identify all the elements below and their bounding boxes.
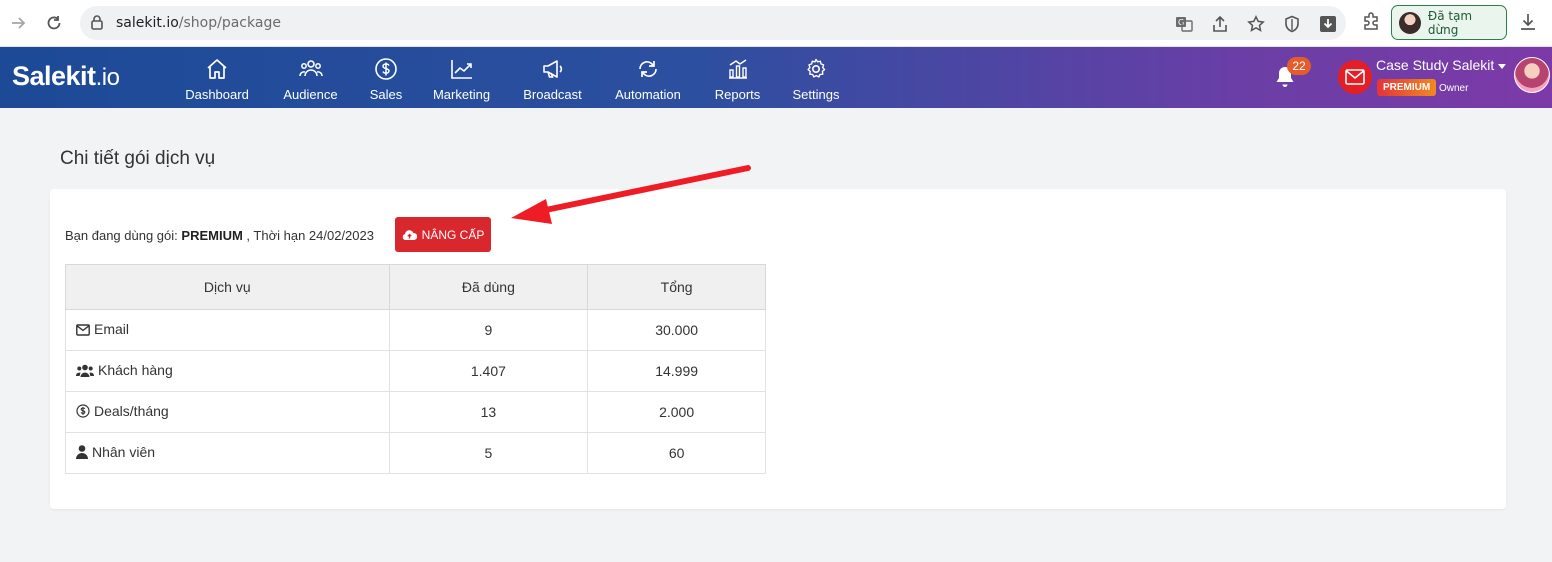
table-row: Nhân viên 5 60 — [65, 432, 766, 474]
url-text: salekit.io/shop/package — [116, 15, 281, 31]
back-arrow-icon[interactable] — [6, 11, 30, 35]
envelope-icon — [1345, 69, 1365, 85]
nav-marketing[interactable]: Marketing — [433, 57, 490, 103]
nav-reports[interactable]: Reports — [715, 57, 760, 103]
column-header-service: Dịch vụ — [65, 264, 390, 310]
translate-icon[interactable]: G — [1174, 14, 1194, 34]
app-header: Salekit.io Dashboard Audience Sales Mark… — [0, 47, 1552, 108]
browser-toolbar: salekit.io/shop/package G Đã tạm dừng — [0, 0, 1552, 47]
mail-button[interactable] — [1338, 60, 1372, 94]
nav-audience[interactable]: Audience — [283, 57, 338, 103]
used-cell: 9 — [388, 309, 589, 351]
chart-line-icon — [450, 60, 472, 79]
package-name: PREMIUM — [181, 228, 243, 243]
table-row: Deals/tháng 13 2.000 — [65, 391, 766, 433]
service-cell: Khách hàng — [65, 350, 390, 392]
table-row: Khách hàng 1.407 14.999 — [65, 350, 766, 392]
caret-down-icon[interactable] — [1498, 64, 1506, 69]
user-icon — [76, 445, 88, 462]
dollar-circle-icon — [76, 404, 90, 421]
used-cell: 13 — [388, 391, 589, 433]
home-icon — [207, 59, 227, 79]
service-cell: Email — [65, 309, 390, 351]
download-box-icon[interactable] — [1318, 14, 1338, 34]
megaphone-icon — [542, 60, 562, 78]
service-cell: Nhân viên — [65, 432, 390, 474]
upgrade-button[interactable]: NÂNG CẤP — [395, 217, 491, 252]
share-icon[interactable] — [1210, 14, 1230, 34]
plan-badge: PREMIUM — [1377, 79, 1437, 96]
reload-icon[interactable] — [42, 11, 66, 35]
shield-icon[interactable] — [1282, 14, 1302, 34]
used-cell: 5 — [388, 432, 589, 474]
total-cell: 60 — [587, 432, 766, 474]
profile-avatar — [1399, 11, 1421, 34]
notification-badge: 22 — [1287, 57, 1311, 75]
nav-sales[interactable]: Sales — [370, 57, 402, 103]
nav-settings[interactable]: Settings — [793, 57, 840, 103]
bar-chart-icon — [728, 59, 747, 79]
lock-icon — [90, 14, 104, 35]
users-icon — [75, 364, 95, 380]
downloads-icon[interactable] — [1518, 12, 1538, 37]
profile-paused-chip[interactable]: Đã tạm dừng — [1391, 5, 1507, 40]
users-icon — [298, 60, 323, 77]
gear-icon — [807, 58, 826, 78]
service-usage-table: Dịch vụ Đã dùng Tổng Email 9 30.000 Khác… — [65, 264, 766, 474]
current-package-text: Bạn đang dùng gói: PREMIUM , Thời hạn 24… — [65, 228, 374, 243]
total-cell: 30.000 — [587, 309, 766, 351]
total-cell: 14.999 — [587, 350, 766, 392]
avatar[interactable] — [1514, 57, 1550, 93]
nav-broadcast[interactable]: Broadcast — [523, 57, 582, 103]
user-role: Owner — [1439, 83, 1469, 94]
service-cell: Deals/tháng — [65, 391, 390, 433]
salekit-logo[interactable]: Salekit.io — [12, 61, 120, 92]
puzzle-icon[interactable] — [1362, 11, 1382, 36]
table-header-row: Dịch vụ Đã dùng Tổng — [65, 264, 766, 310]
total-cell: 2.000 — [587, 391, 766, 433]
column-header-used: Đã dùng — [388, 264, 589, 310]
address-bar[interactable]: salekit.io/shop/package G — [80, 6, 1346, 40]
profile-status-text: Đã tạm dừng — [1427, 8, 1473, 37]
svg-text:G: G — [1178, 18, 1184, 27]
nav-dashboard[interactable]: Dashboard — [185, 57, 249, 103]
dollar-icon — [375, 58, 397, 80]
used-cell: 1.407 — [388, 350, 589, 392]
user-name[interactable]: Case Study Salekit — [1376, 57, 1494, 73]
page-title: Chi tiết gói dịch vụ — [60, 148, 216, 169]
nav-automation[interactable]: Automation — [615, 57, 681, 103]
envelope-icon — [76, 323, 90, 339]
table-row: Email 9 30.000 — [65, 309, 766, 351]
column-header-total: Tổng — [587, 264, 766, 310]
star-icon[interactable] — [1246, 14, 1266, 34]
cloud-upload-icon — [402, 229, 417, 240]
repeat-icon — [639, 61, 657, 77]
